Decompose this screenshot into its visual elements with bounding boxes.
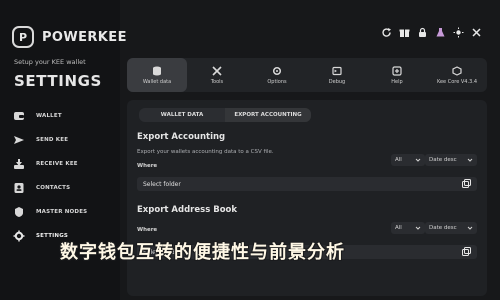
export-address-book-sort-select[interactable]: Date desc [425,222,477,234]
topbar [380,26,482,38]
export-accounting-where-label: Where [137,163,158,169]
sidebar-nav: WALLET SEND KEE RECEIVE KEE CONTACTS MAS… [12,104,87,248]
chevron-down-icon [415,226,421,230]
tool-label: Wallet data [142,78,172,85]
tool-wallet-data[interactable]: Wallet data [127,58,187,92]
contacts-icon [12,181,26,195]
tool-tools[interactable]: Tools [187,58,247,92]
export-accounting-folder-picker[interactable]: Select folder [137,177,477,191]
sidebar-item-label: CONTACTS [36,185,71,191]
tools-icon [211,65,223,76]
filter-value: All [395,225,402,231]
page-title: SETTINGS [14,72,102,90]
sidebar-item-send-kee[interactable]: SEND KEE [12,128,87,152]
sort-value: Date desc [429,225,457,231]
sidebar-item-label: WALLET [36,113,62,119]
export-accounting-filter-select[interactable]: All [391,154,425,166]
export-accounting-sort-select[interactable]: Date desc [425,154,477,166]
sun-icon[interactable] [452,26,464,38]
toolbar: Wallet data Tools Options Debug Help Kee… [127,58,487,92]
overlay-caption: 数字钱包互转的便捷性与前景分析 [60,242,345,263]
sidebar-item-contacts[interactable]: CONTACTS [12,176,87,200]
section-export-address-book-title: Export Address Book [137,205,238,215]
select-folder-label: Select folder [143,180,181,188]
close-icon[interactable] [470,26,482,38]
flask-icon[interactable] [434,26,446,38]
tool-kee-core[interactable]: Kee Core V4.3.4 [427,58,487,92]
options-icon [271,66,283,76]
filter-value: All [395,157,402,163]
master-nodes-icon [12,205,26,219]
tool-debug[interactable]: Debug [307,58,367,92]
tool-label: Help [391,78,403,85]
sidebar-item-receive-kee[interactable]: RECEIVE KEE [12,152,87,176]
kee-core-icon [451,65,463,76]
sort-value: Date desc [429,157,457,163]
lock-icon[interactable] [416,26,428,38]
setup-text: Setup your KEE wallet [14,58,86,66]
export-address-book-filter-select[interactable]: All [391,222,425,234]
refresh-icon[interactable] [380,26,392,38]
chevron-down-icon [467,226,473,230]
tool-label: Tools [210,78,224,85]
tab-export-accounting[interactable]: EXPORT ACCOUNTING [225,108,311,122]
tool-options[interactable]: Options [247,58,307,92]
receive-icon [12,157,26,171]
tab-switcher: WALLET DATA EXPORT ACCOUNTING [139,108,311,122]
sidebar-item-label: RECEIVE KEE [36,161,78,167]
brand-name: POWERKEE [42,29,127,45]
brand-logo-icon: P [12,26,34,48]
copy-icon[interactable] [462,246,471,258]
chevron-down-icon [467,158,473,162]
copy-icon[interactable] [462,178,471,190]
tool-label: Kee Core V4.3.4 [436,78,478,85]
chevron-down-icon [415,158,421,162]
debug-icon [331,66,343,76]
sidebar-item-master-nodes[interactable]: MASTER NODES [12,200,87,224]
tab-wallet-data[interactable]: WALLET DATA [139,108,225,122]
gift-icon[interactable] [398,26,410,38]
section-export-accounting-title: Export Accounting [137,132,226,142]
export-accounting-description: Export your wallets accounting data to a… [137,149,274,155]
settings-icon [12,229,26,243]
sidebar-item-label: MASTER NODES [36,209,88,215]
help-icon [391,65,403,76]
wallet-icon [12,109,26,123]
brand: P POWERKEE [12,26,127,48]
tool-help[interactable]: Help [367,58,427,92]
tool-label: Debug [328,78,346,85]
sidebar-item-wallet[interactable]: WALLET [12,104,87,128]
sidebar-item-label: SEND KEE [36,137,69,143]
export-address-book-where-label: Where [137,227,158,233]
database-icon [151,66,163,76]
tool-label: Options [267,78,287,85]
send-icon [12,133,26,147]
main-panel: WALLET DATA EXPORT ACCOUNTING Export Acc… [127,100,487,296]
